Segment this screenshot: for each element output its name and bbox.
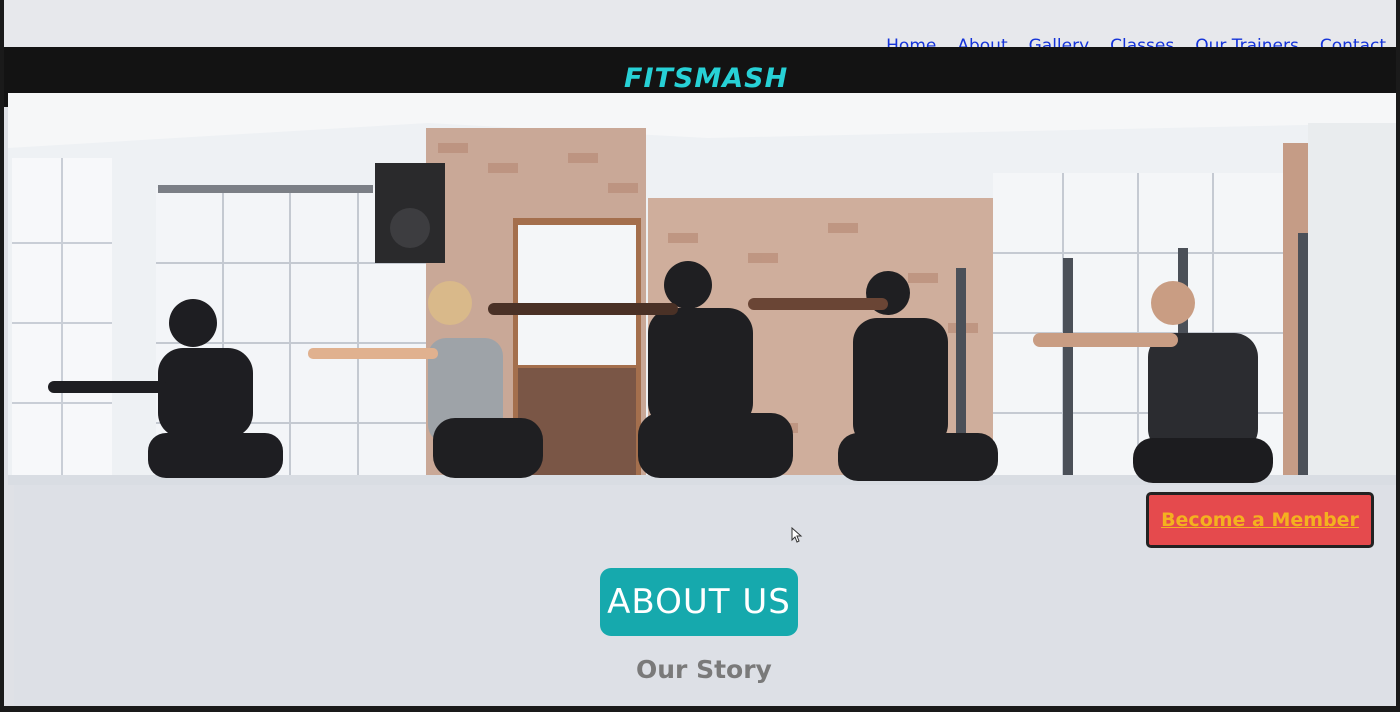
hero-image bbox=[8, 93, 1396, 485]
mouse-cursor-icon bbox=[791, 527, 803, 543]
our-story-subheading: Our Story bbox=[636, 655, 772, 684]
browser-screen: Home About Gallery Classes Our Trainers … bbox=[4, 0, 1396, 706]
hero-photo-illustration bbox=[8, 93, 1396, 485]
about-us-heading: ABOUT US bbox=[600, 568, 798, 636]
top-bar: Home About Gallery Classes Our Trainers … bbox=[4, 0, 1396, 56]
become-member-button[interactable]: Become a Member bbox=[1146, 492, 1374, 548]
site-logo[interactable]: FITSMASH bbox=[624, 63, 788, 94]
